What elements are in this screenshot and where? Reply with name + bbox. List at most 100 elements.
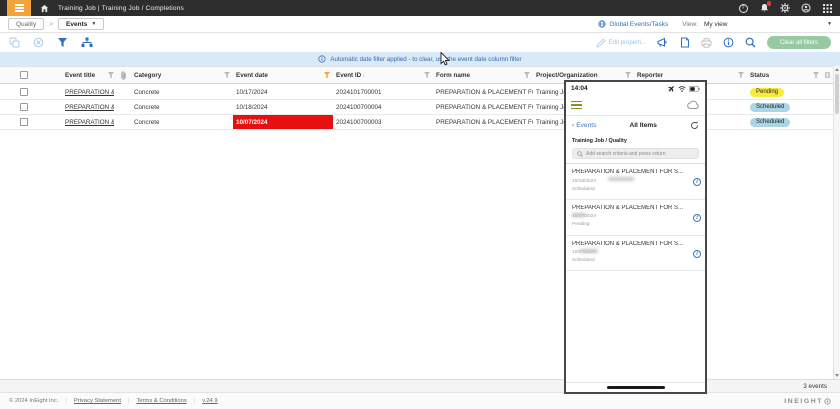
event-id-cell: 2024101700001 xyxy=(333,85,433,99)
vertical-scrollbar[interactable] xyxy=(833,66,840,379)
notifications-button[interactable] xyxy=(759,3,769,13)
event-date-cell: 10/17/2024 xyxy=(233,85,333,99)
view-dropdown[interactable]: My view ▼ xyxy=(704,21,832,28)
chevron-down-icon: ▼ xyxy=(91,21,96,27)
search-icon xyxy=(577,151,583,157)
event-title-link[interactable]: PREPARATION & PLACEMENT FOR S... xyxy=(65,104,114,111)
global-events-tasks-link[interactable]: Global Events/Tasks xyxy=(598,20,668,28)
privacy-statement-link[interactable]: Privacy Statement xyxy=(74,398,121,404)
info-icon[interactable]: i xyxy=(693,214,701,222)
gear-icon xyxy=(780,3,790,13)
phone-clock: 14:04 xyxy=(571,85,588,92)
terms-conditions-link[interactable]: Terms & Conditions xyxy=(136,398,186,404)
version-link[interactable]: v.24.9 xyxy=(202,398,217,404)
column-header-event-id[interactable]: Event ID ↓ xyxy=(333,67,433,83)
event-row[interactable]: PREPARATION & PLACEMENT FOR S... Concret… xyxy=(0,85,833,100)
select-all-checkbox[interactable] xyxy=(20,71,28,79)
filter-icon[interactable] xyxy=(108,72,114,78)
view-dropdown-value: My view xyxy=(704,21,727,28)
help-icon: ? xyxy=(739,4,748,13)
row-checkbox[interactable] xyxy=(20,88,28,96)
redacted-text xyxy=(580,249,598,253)
phone-item-status: Scheduled xyxy=(572,187,595,192)
auto-filter-banner: Automatic date filter applied - to clear… xyxy=(0,52,840,66)
scrollbar-thumb[interactable] xyxy=(835,74,839,114)
scroll-up-arrow[interactable] xyxy=(835,68,839,71)
event-id-cell: 2024100700003 xyxy=(333,115,433,129)
active-filter-icon[interactable] xyxy=(324,72,330,78)
info-icon[interactable]: i xyxy=(693,250,701,258)
row-checkbox[interactable] xyxy=(20,103,28,111)
event-count: 3 events xyxy=(803,383,827,390)
info-icon[interactable]: i xyxy=(693,178,701,186)
filter-button[interactable] xyxy=(57,37,68,48)
category-cell: Concrete xyxy=(131,85,233,99)
filter-icon[interactable] xyxy=(424,72,430,78)
status-badge: Scheduled xyxy=(750,103,790,112)
phone-home-indicator[interactable] xyxy=(566,382,705,392)
phone-item-status: Scheduled xyxy=(572,258,595,263)
column-header-event-date[interactable]: Event date xyxy=(233,67,333,83)
clear-all-filters-button[interactable]: Clear all filters xyxy=(767,36,831,49)
edit-properties-label: Edit properti... xyxy=(609,40,646,46)
project-breadcrumb: Training Job | Training Job / Completion… xyxy=(58,5,184,12)
export-button[interactable] xyxy=(680,37,690,48)
filter-icon[interactable] xyxy=(524,72,530,78)
module-breadcrumb-quality[interactable]: Quality xyxy=(8,18,44,30)
filter-icon[interactable] xyxy=(224,72,230,78)
category-cell: Concrete xyxy=(131,115,233,129)
column-header-event-title[interactable]: Event title xyxy=(62,67,117,83)
phone-search-input[interactable]: Add search criteria and press return xyxy=(572,148,699,159)
paperclip-icon xyxy=(120,71,127,80)
status-badge: Scheduled xyxy=(750,118,790,127)
form-name-cell: PREPARATION & PLACEMENT FOR S... xyxy=(433,115,533,129)
module-nav-bar: Quality > Events ▼ Global Events/Tasks V… xyxy=(0,16,840,33)
help-button[interactable]: ? xyxy=(738,3,748,13)
grid-info-button[interactable] xyxy=(723,37,734,48)
print-button[interactable] xyxy=(701,38,712,48)
filter-icon[interactable] xyxy=(738,72,744,78)
page-selector-events[interactable]: Events ▼ xyxy=(58,18,104,30)
cancel-event-button[interactable] xyxy=(33,37,44,48)
airplane-mode-icon xyxy=(668,85,675,92)
column-chooser-button[interactable] xyxy=(822,67,833,83)
settings-button[interactable] xyxy=(780,3,790,13)
account-button[interactable] xyxy=(801,3,811,13)
phone-event-list: PREPARATION & PLACEMENT FOR S... 10/18/2… xyxy=(566,163,705,271)
main-menu-button[interactable] xyxy=(7,0,31,16)
grid-search-button[interactable] xyxy=(745,37,756,48)
column-header-form-name[interactable]: Form name xyxy=(433,67,533,83)
event-date-cell: 10/07/2024 xyxy=(233,115,333,129)
phone-list-item[interactable]: PREPARATION & PLACEMENT FOR S... 10/18/2… xyxy=(566,164,705,200)
phone-status-bar: 14:04 xyxy=(566,82,705,95)
cloud-sync-icon[interactable] xyxy=(686,100,700,110)
battery-icon xyxy=(689,86,700,92)
copy-button[interactable] xyxy=(9,37,20,48)
refresh-icon[interactable] xyxy=(690,121,699,130)
phone-list-item[interactable]: PREPARATION & PLACEMENT FOR S... 10/17/2… xyxy=(566,200,705,236)
hierarchy-button[interactable] xyxy=(81,37,93,48)
edit-properties-button[interactable]: Edit properti... xyxy=(596,38,646,48)
home-button[interactable] xyxy=(40,4,49,13)
filter-icon[interactable] xyxy=(625,72,631,78)
column-header-category[interactable]: Category xyxy=(131,67,233,83)
apps-menu-button[interactable] xyxy=(822,3,832,13)
phone-menu-button[interactable] xyxy=(571,101,582,110)
scroll-down-arrow[interactable] xyxy=(835,374,839,377)
event-row[interactable]: PREPARATION & PLACEMENT FOR S... Concret… xyxy=(0,100,833,115)
ineight-logo-mark xyxy=(824,398,831,405)
column-header-attachments[interactable] xyxy=(117,67,131,83)
edit-pencil-icon xyxy=(596,38,606,48)
column-header-status[interactable]: Status xyxy=(747,67,822,83)
announce-button[interactable] xyxy=(657,37,669,48)
chevron-left-icon: ‹ xyxy=(572,122,574,129)
event-row[interactable]: PREPARATION & PLACEMENT FOR S... Concret… xyxy=(0,115,833,130)
phone-back-button[interactable]: ‹ Events xyxy=(572,122,596,129)
filter-icon[interactable] xyxy=(813,72,819,78)
row-checkbox[interactable] xyxy=(20,118,28,126)
page-selector-label: Events xyxy=(66,21,87,28)
event-title-link[interactable]: PREPARATION & PLACEMENT FOR S... xyxy=(65,89,114,96)
phone-list-item[interactable]: PREPARATION & PLACEMENT FOR S... 10/07/2… xyxy=(566,236,705,272)
event-title-link[interactable]: PREPARATION & PLACEMENT FOR S... xyxy=(65,119,114,126)
phone-item-date: 10/18/2024 xyxy=(572,179,596,184)
